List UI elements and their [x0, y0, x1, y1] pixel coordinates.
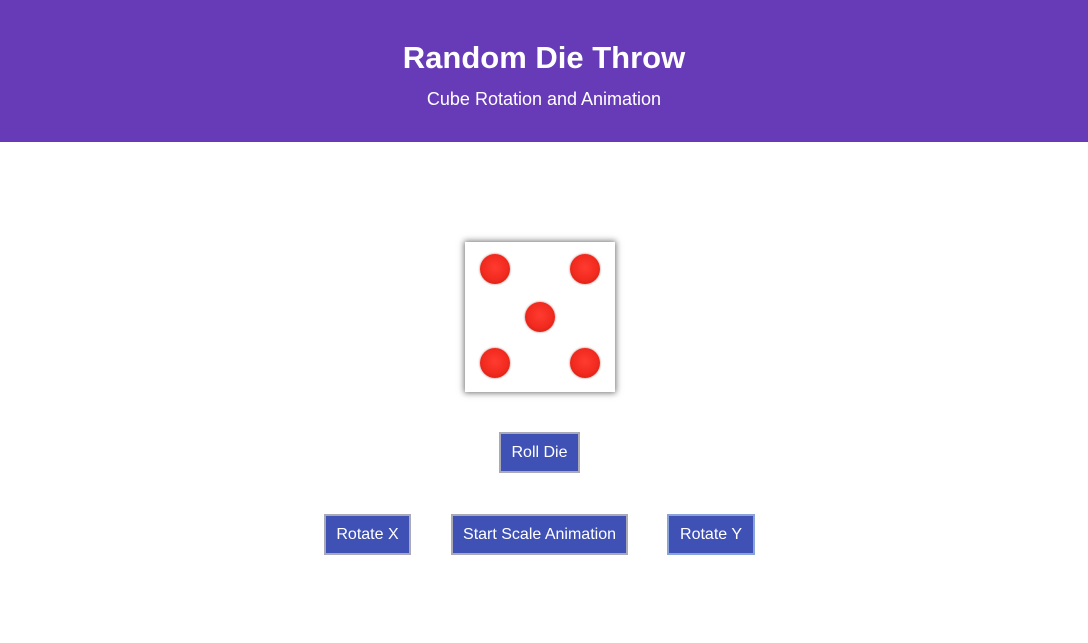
page-subtitle: Cube Rotation and Animation	[426, 89, 662, 109]
die-pip	[570, 348, 600, 378]
rotate-y-button[interactable]: Rotate Y	[667, 514, 755, 555]
die-pip	[480, 348, 510, 378]
die-face	[465, 242, 615, 392]
start-scale-animation-button[interactable]: Start Scale Animation	[451, 514, 628, 555]
page-title: Random Die Throw	[402, 40, 686, 75]
die-pip	[570, 254, 600, 284]
die-pip	[480, 254, 510, 284]
die-pip	[525, 302, 555, 332]
page-header: Random Die Throw Cube Rotation and Anima…	[0, 0, 1088, 142]
rotate-x-button[interactable]: Rotate X	[324, 514, 411, 555]
roll-die-button[interactable]: Roll Die	[499, 432, 580, 473]
